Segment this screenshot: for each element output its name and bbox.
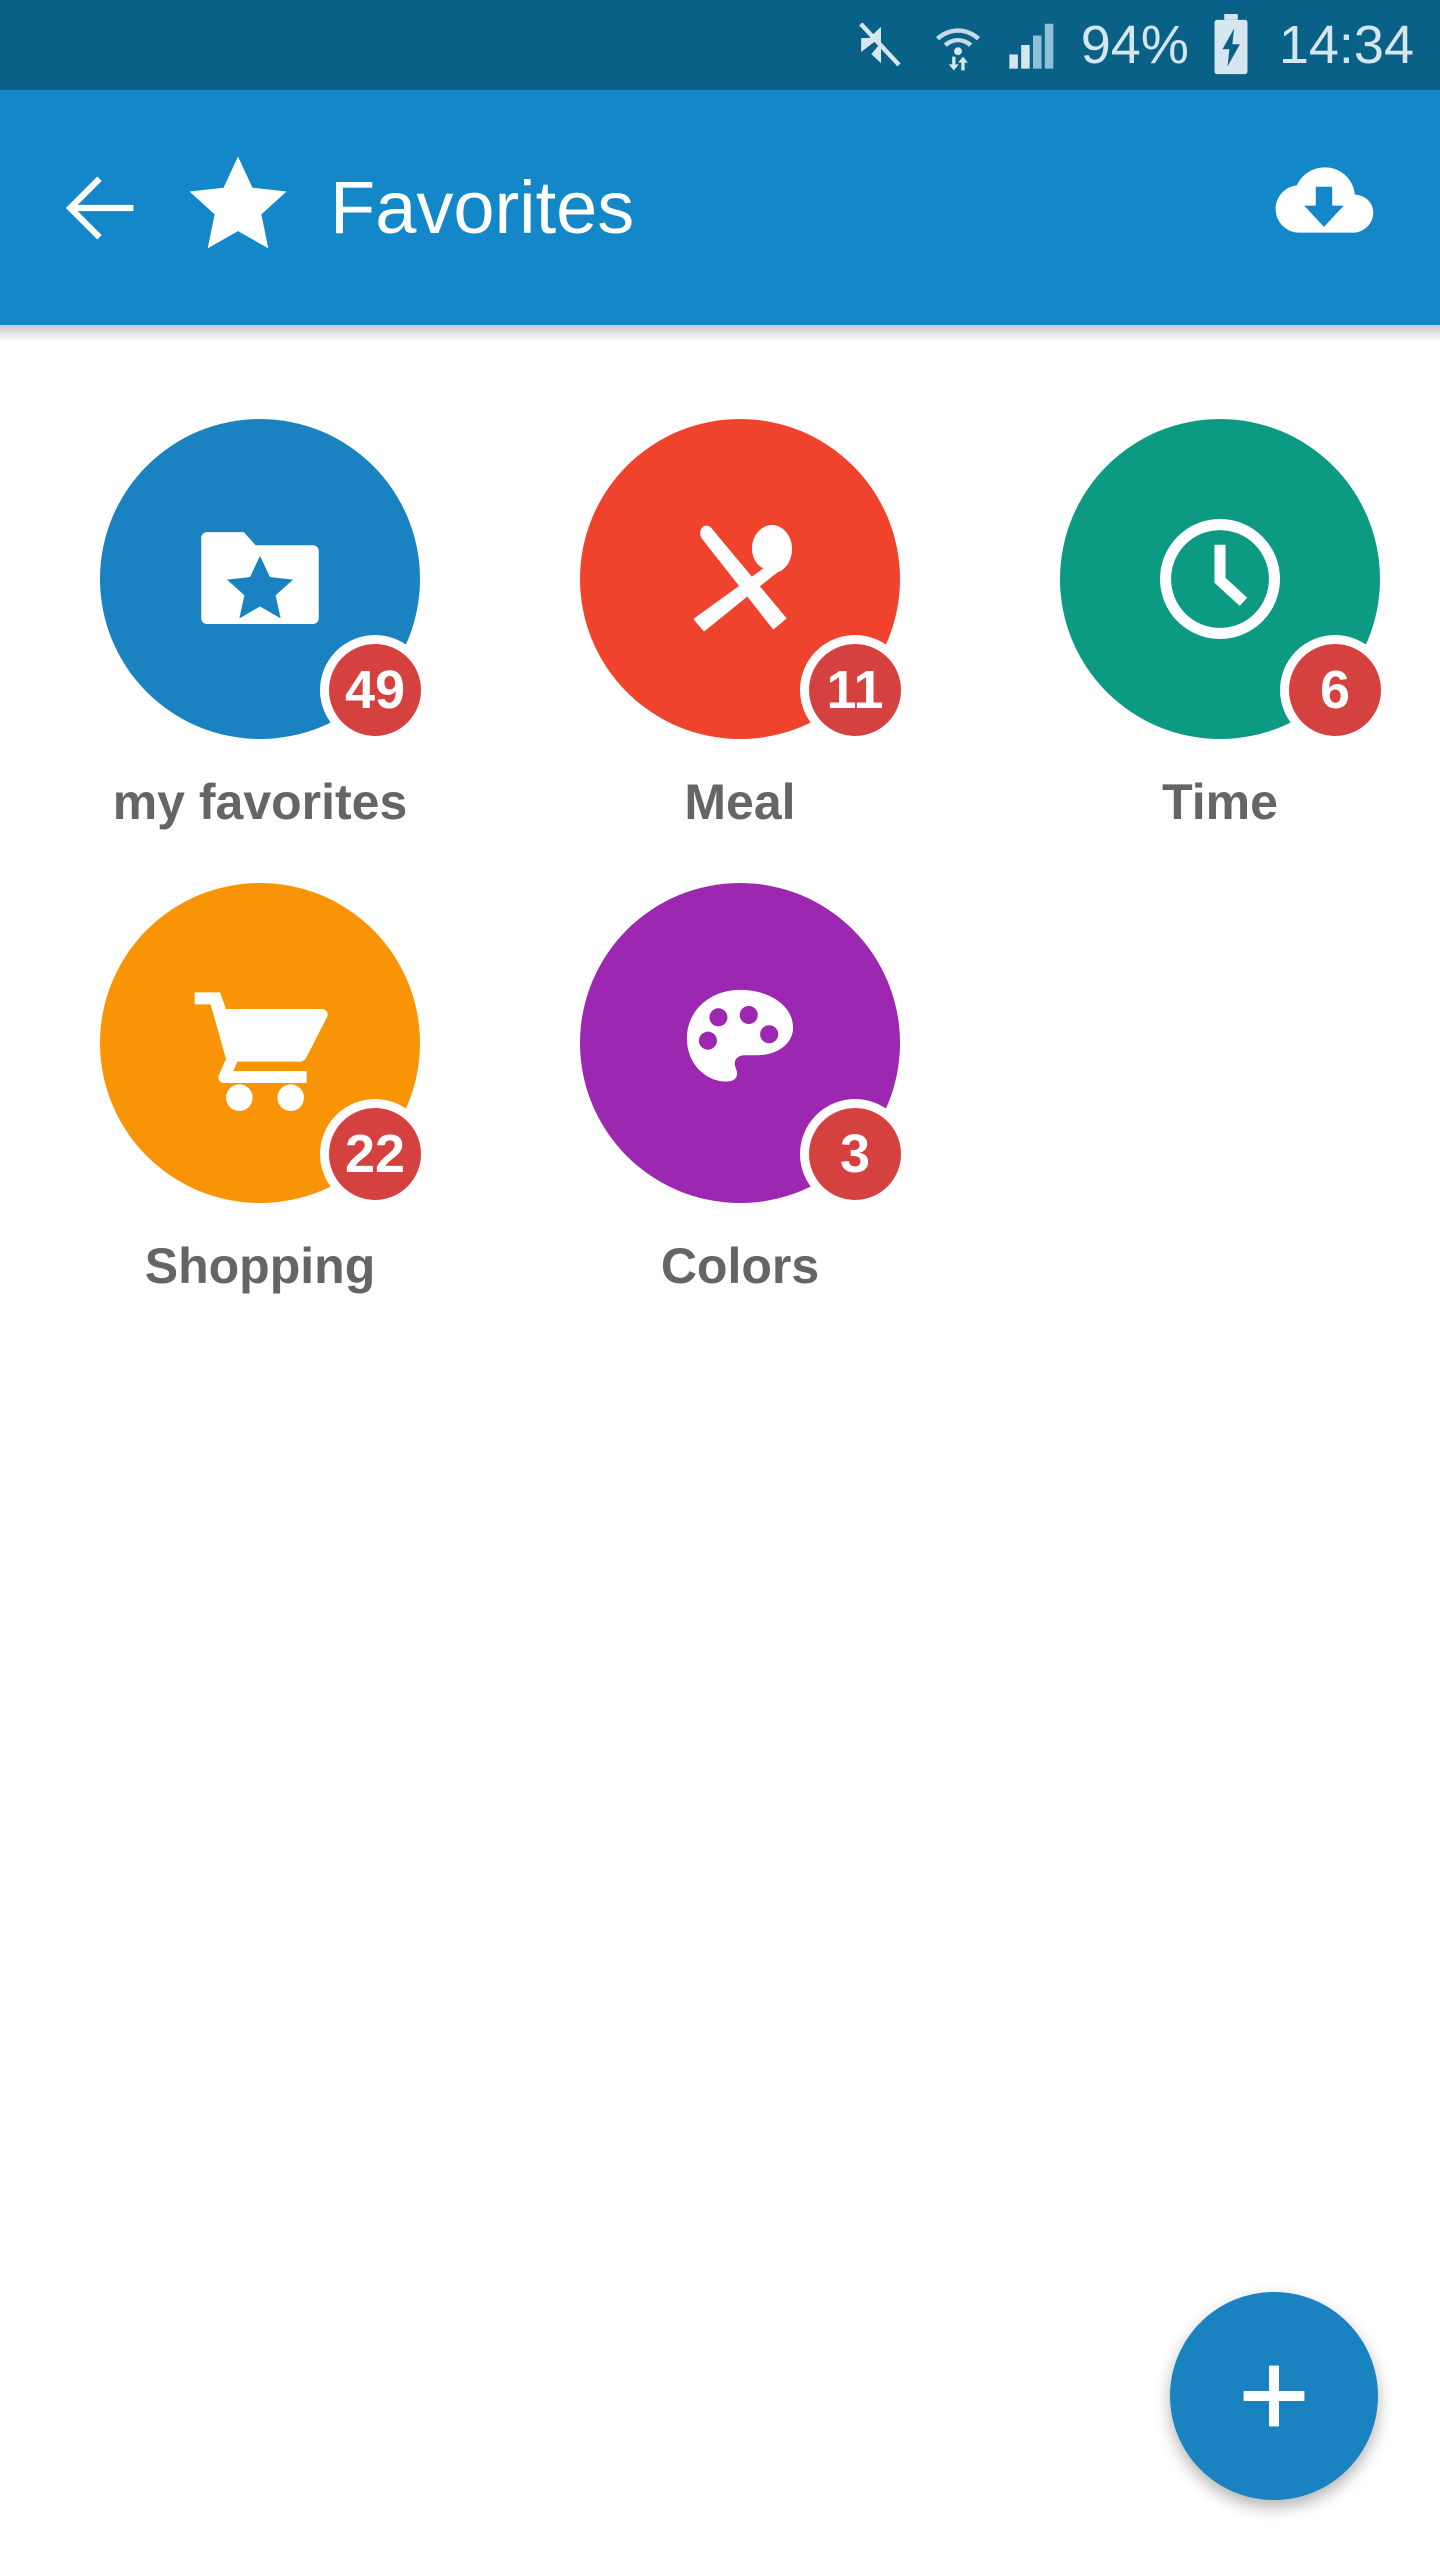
- category-item-colors[interactable]: 3 Colors: [520, 883, 960, 1291]
- status-bar-clock: 14:34: [1278, 15, 1414, 75]
- back-button[interactable]: [42, 149, 160, 267]
- category-item-time[interactable]: 6 Time: [1000, 419, 1440, 827]
- cloud-download-icon: [1275, 166, 1374, 233]
- cloud-download-button[interactable]: [1258, 143, 1388, 273]
- add-button[interactable]: [1170, 2292, 1378, 2500]
- signal-icon: [1007, 19, 1059, 71]
- battery-percent-label: 94%: [1080, 15, 1189, 75]
- category-circle-wrap: 3: [580, 883, 910, 1209]
- category-circle-wrap: 49: [100, 419, 430, 745]
- wifi-icon: [931, 17, 985, 73]
- star-icon: [182, 149, 294, 266]
- clock-icon: [1159, 518, 1281, 640]
- category-grid: 49 my favorites 11 Meal 6 Time 22 Shoppi…: [0, 419, 1440, 1347]
- app-bar: Favorites: [0, 90, 1440, 325]
- mute-icon: [853, 17, 909, 73]
- category-badge: 3: [800, 1099, 910, 1209]
- palette-icon: [686, 989, 794, 1082]
- status-bar: 94% 14:34: [0, 0, 1440, 90]
- category-badge: 22: [320, 1099, 430, 1209]
- category-badge: 49: [320, 635, 430, 745]
- category-badge: 11: [800, 635, 910, 745]
- content-area: 49 my favorites 11 Meal 6 Time 22 Shoppi…: [0, 341, 1440, 2560]
- category-label: Time: [1162, 774, 1278, 830]
- category-label: Meal: [684, 774, 796, 830]
- category-item-shopping[interactable]: 22 Shopping: [40, 883, 480, 1291]
- category-label: Colors: [660, 1238, 820, 1294]
- shopping-cart-icon: [194, 992, 328, 1111]
- app-bar-shadow: [0, 325, 1440, 341]
- fork-spoon-icon: [693, 525, 792, 632]
- category-item-my-favorites[interactable]: 49 my favorites: [40, 419, 480, 827]
- plus-icon: [1243, 2365, 1305, 2427]
- category-item-meal[interactable]: 11 Meal: [520, 419, 960, 827]
- battery-charging-icon: [1211, 14, 1251, 76]
- category-label: Shopping: [144, 1238, 376, 1294]
- folder-star-icon: [201, 532, 319, 624]
- category-label: my favorites: [112, 774, 408, 830]
- back-arrow-icon: [65, 175, 134, 240]
- category-badge: 6: [1280, 635, 1390, 745]
- app-bar-title-group: Favorites: [182, 149, 634, 266]
- category-circle-wrap: 6: [1060, 419, 1390, 745]
- category-circle-wrap: 22: [100, 883, 430, 1209]
- page-title: Favorites: [330, 165, 635, 249]
- app-screen: 94% 14:34 Favorites 49 my favorites 11 M…: [0, 0, 1440, 2560]
- status-bar-icons: 94% 14:34: [853, 14, 1414, 76]
- category-circle-wrap: 11: [580, 419, 910, 745]
